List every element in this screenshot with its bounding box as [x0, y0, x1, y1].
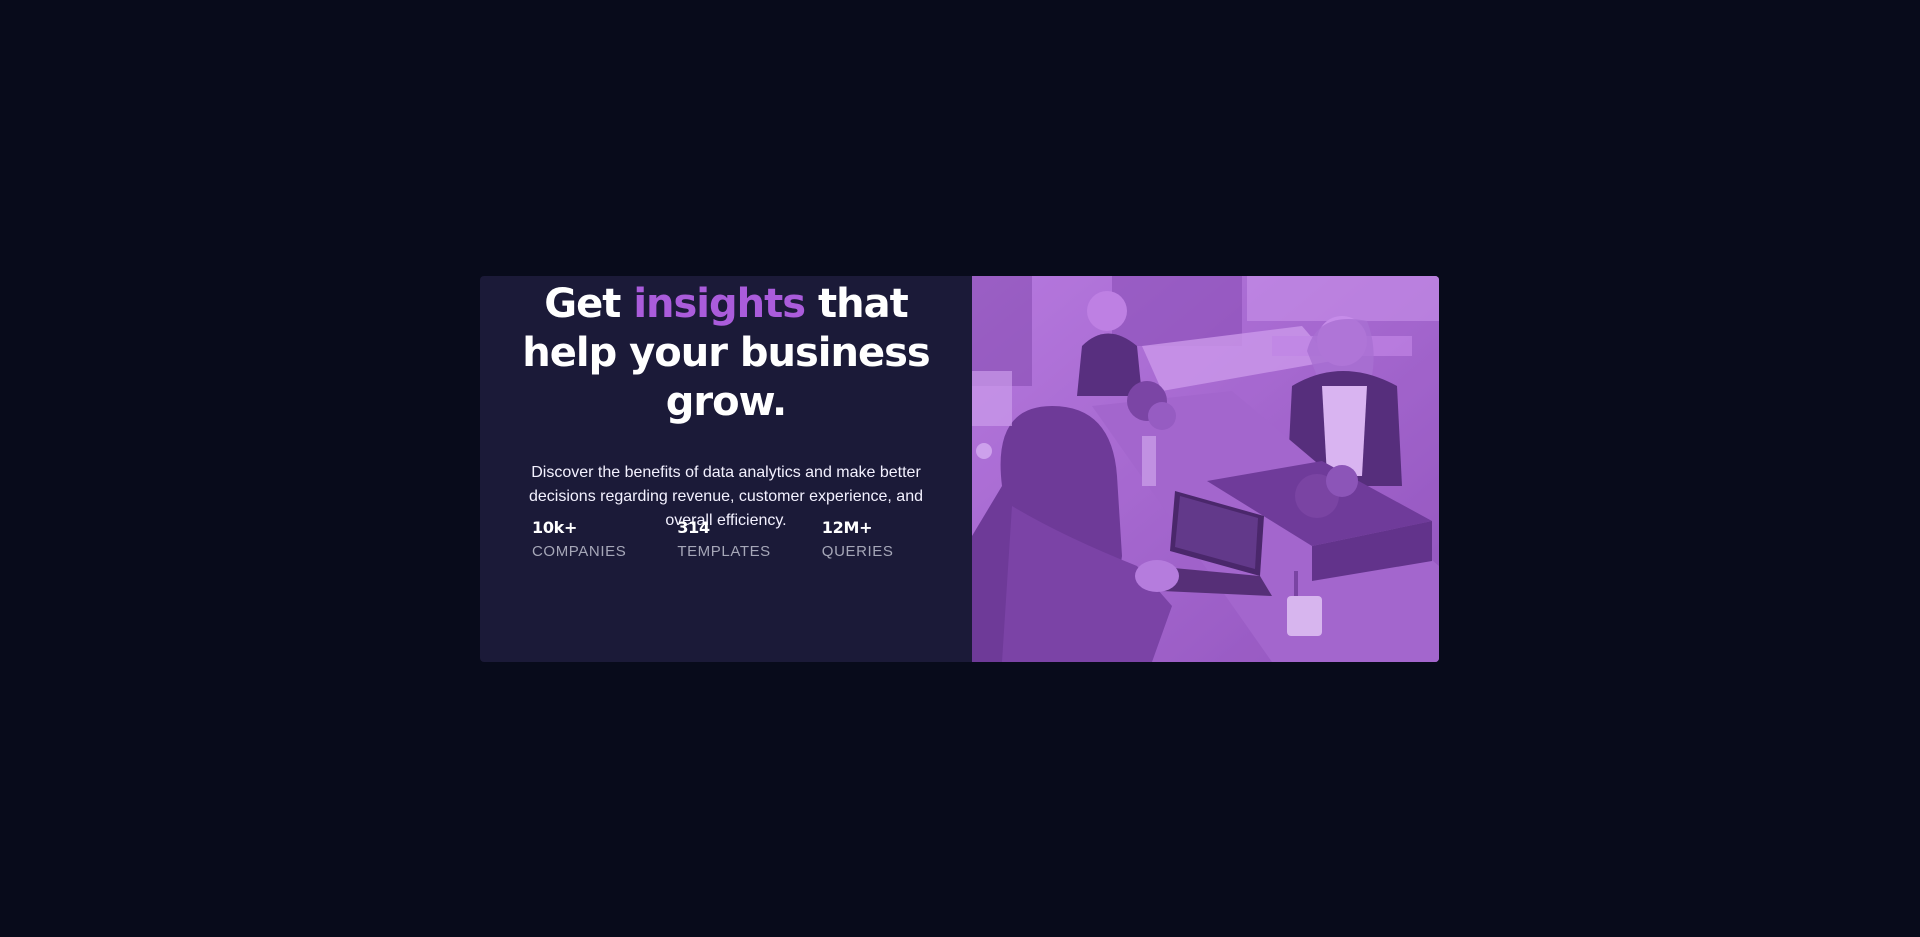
headline-start: Get — [544, 281, 634, 327]
stats-preview-card: Get insights that help your business gro… — [480, 276, 1439, 662]
team-photo — [972, 276, 1439, 662]
headline-accent: insights — [633, 281, 806, 327]
stat-label: COMPANIES — [532, 543, 627, 560]
team-photo-illustration — [972, 276, 1439, 662]
stat-companies: 10k+ COMPANIES — [532, 516, 626, 564]
stat-label: QUERIES — [821, 543, 894, 560]
stat-templates: 314 TEMPLATES — [677, 516, 770, 564]
headline: Get insights that help your business gro… — [500, 276, 952, 427]
stat-label: TEMPLATES — [677, 543, 771, 560]
stat-value: 10k+ — [532, 518, 578, 537]
stat-value: 12M+ — [821, 518, 873, 537]
stats-row: 10k+ COMPANIES 314 TEMPLATES 12M+ QUERIE… — [532, 516, 945, 564]
card-content: Get insights that help your business gro… — [480, 276, 972, 662]
stat-value: 314 — [677, 518, 710, 537]
stat-queries: 12M+ QUERIES — [822, 516, 894, 564]
